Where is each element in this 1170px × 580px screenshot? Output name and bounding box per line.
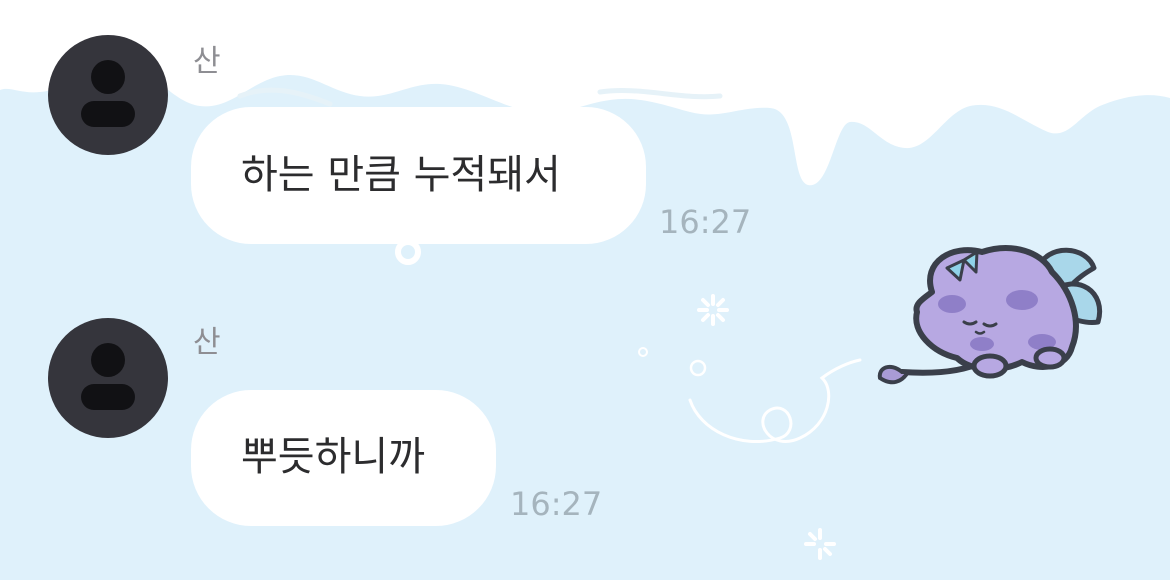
message-bubble[interactable]: 하는 만큼 누적돼서 [191,107,646,244]
sleeping-purple-creature-sticker[interactable] [872,232,1112,406]
message-timestamp: 16:27 [510,485,603,523]
message-text: 뿌듯하니까 [241,434,425,480]
person-silhouette-icon [81,60,135,127]
avatar[interactable] [48,35,168,155]
message-text: 하는 만큼 누적돼서 [241,152,561,198]
message-timestamp: 16:27 [659,203,752,241]
person-silhouette-icon [81,343,135,410]
avatar[interactable] [48,318,168,438]
message-bubble[interactable]: 뿌듯하니까 [191,390,496,526]
sender-name: 산 [193,44,221,79]
sender-name: 산 [193,325,221,360]
